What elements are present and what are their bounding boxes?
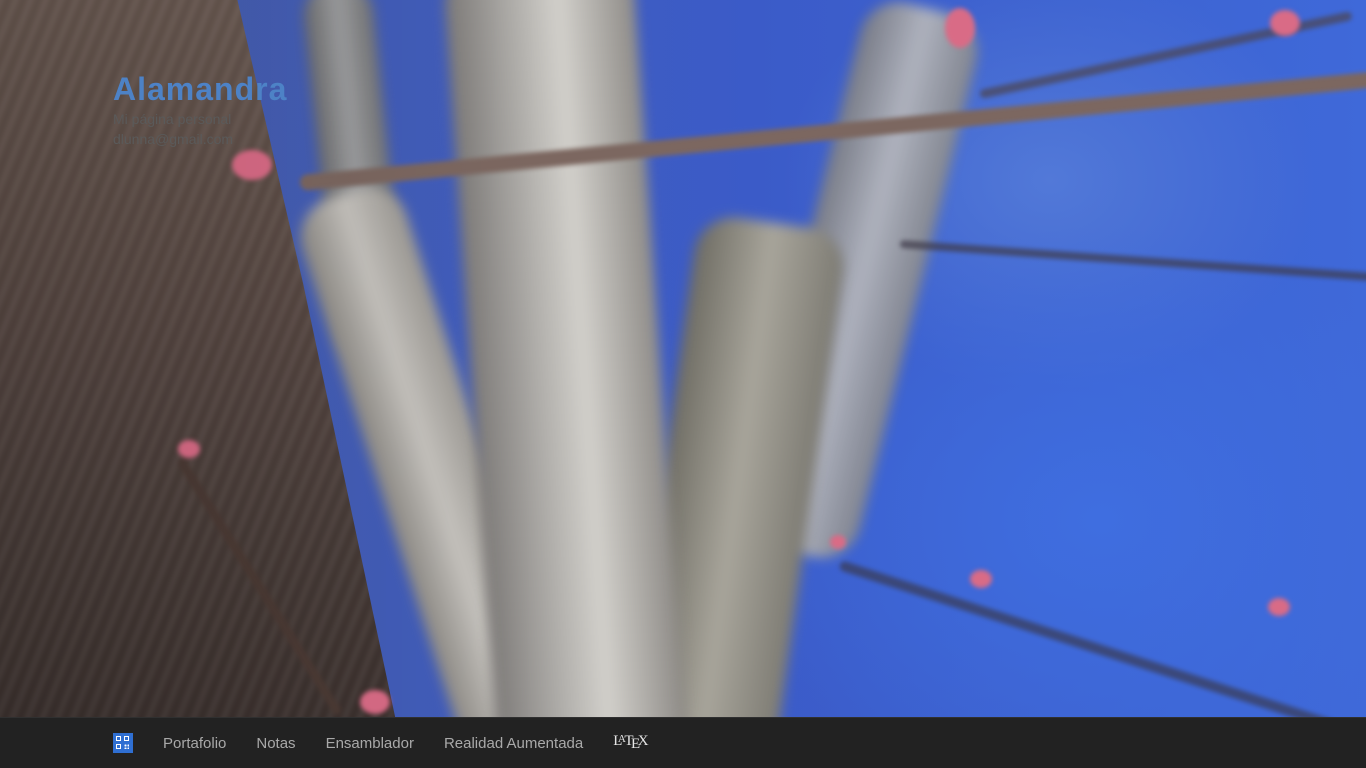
- site-title-link[interactable]: Alamandra: [113, 70, 287, 108]
- nav-link-ensamblador[interactable]: Ensamblador: [326, 735, 414, 752]
- bottom-navbar: Portafolio Notas Ensamblador Realidad Au…: [0, 717, 1366, 768]
- nav-menu: Portafolio Notas Ensamblador Realidad Au…: [113, 718, 649, 768]
- nav-link-portafolio[interactable]: Portafolio: [163, 735, 226, 752]
- nav-link-notas[interactable]: Notas: [256, 735, 295, 752]
- site-email: dlunna@gmail.com: [113, 131, 234, 147]
- site-subtitle: Mi página personal: [113, 111, 232, 127]
- nav-link-latex[interactable]: LATEX: [613, 733, 648, 753]
- grid-home-icon[interactable]: [113, 733, 133, 753]
- nav-link-realidad-aumentada[interactable]: Realidad Aumentada: [444, 735, 583, 752]
- site-header: Alamandra Mi página personal dlunna@gmai…: [113, 70, 287, 149]
